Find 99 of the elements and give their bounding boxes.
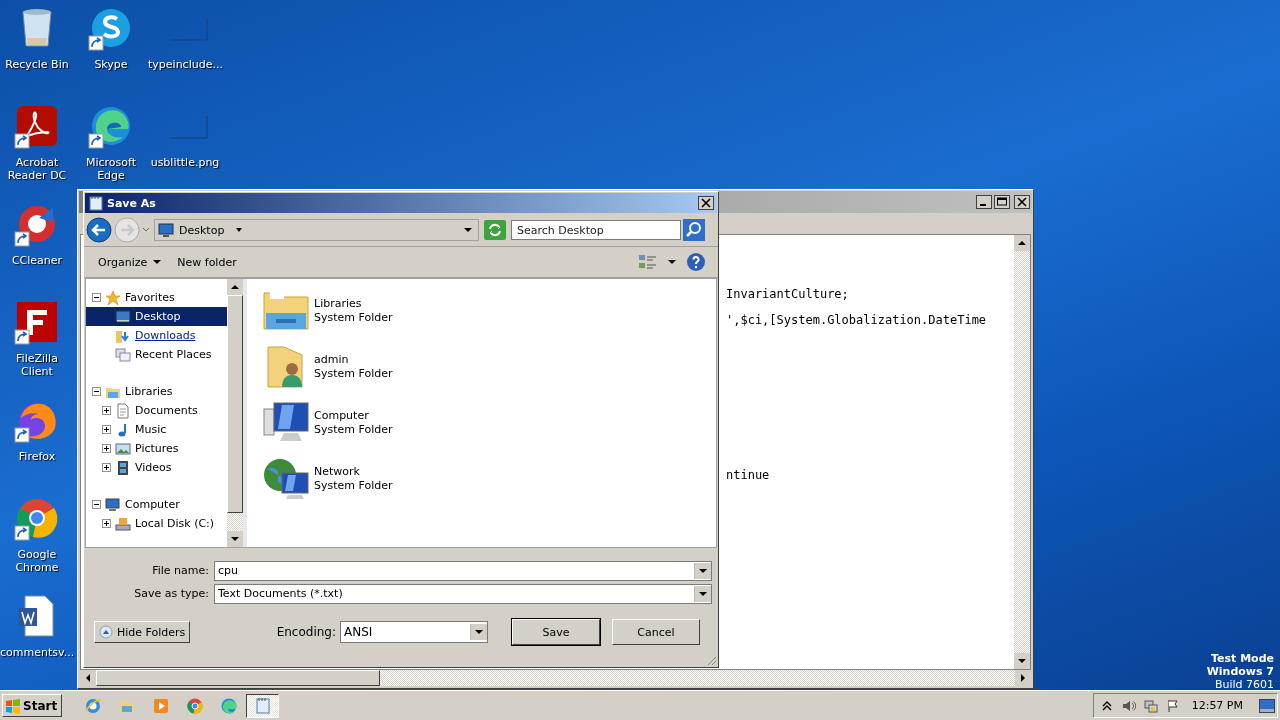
desktop-icon-label[interactable]: FileZilla Client [0,352,74,378]
speaker-icon[interactable] [1121,698,1136,713]
file-name-field[interactable]: cpu [214,560,712,581]
desktop-icon-label[interactable]: Acrobat Reader DC [0,156,74,182]
desktop-icon-label[interactable]: Microsoft Edge [74,156,148,182]
tree-item[interactable]: Documents [135,404,198,417]
code-line: ntinue [726,467,771,483]
scroll-down-icon[interactable] [1014,653,1030,669]
desktop-icon [115,308,131,325]
system-watermark-text: Test Mode [1211,652,1274,665]
tree-item[interactable]: Computer [125,498,180,511]
notepad-icon [88,195,104,211]
dialog-button[interactable]: Save [512,619,600,645]
pictures-icon [115,440,131,457]
desktop-icon-label[interactable]: Skype [74,58,148,71]
item-type: System Folder [314,479,393,493]
app-icon[interactable] [83,696,102,715]
scrollbar-thumb[interactable] [227,295,243,513]
close-icon[interactable] [1014,195,1030,209]
desktop-icon-label[interactable]: typeinclude... [148,58,222,71]
expand-icon[interactable] [102,425,111,434]
documents-icon [115,402,131,419]
close-icon[interactable] [698,196,714,210]
monitor-icon [158,222,174,238]
file-type-dropdown[interactable]: Text Documents (*.txt) [214,583,712,604]
refresh-icon[interactable] [484,220,506,240]
help-icon[interactable] [686,252,706,272]
field-label: File name: [151,564,210,577]
code-line: ',$ci,[System.Globalization.DateTime [726,312,988,328]
item-name[interactable]: Computer [314,409,393,423]
system-watermark-text: Build 7601 [1214,678,1274,691]
tree-item[interactable]: Pictures [135,442,179,455]
item-type: System Folder [314,367,393,381]
disk-icon [115,515,131,532]
scroll-up-icon[interactable] [1014,235,1030,251]
collapse-icon[interactable] [92,293,101,302]
start-button[interactable]: Start [2,694,63,717]
expand-icon[interactable] [102,519,111,528]
desktop-icon-label[interactable]: Recycle Bin [0,58,74,71]
network-icon[interactable] [1143,698,1158,713]
desktop-icon-label[interactable]: Google Chrome [0,548,74,574]
field-label: Encoding: [276,625,336,639]
dropdown-icon[interactable] [470,624,487,640]
tree-item[interactable]: Local Disk (C:) [135,517,215,530]
dialog-button[interactable]: Cancel [612,619,700,645]
collapse-icon[interactable] [92,500,101,509]
videos-icon [115,459,131,476]
show-desktop-icon[interactable] [1259,698,1275,713]
back-icon[interactable] [86,217,112,243]
star-icon [105,289,121,306]
expand-icon[interactable] [102,444,111,453]
tree-item[interactable]: Downloads [135,329,196,342]
dropdown-icon[interactable] [694,585,711,602]
item-name[interactable]: Network [314,465,393,479]
item-name[interactable]: Libraries [314,297,393,311]
taskbar-app-button[interactable] [246,693,280,718]
tree-item[interactable]: Videos [135,461,172,474]
tree-item[interactable]: Favorites [125,291,175,304]
clock[interactable]: 12:57 PM [1191,699,1243,712]
address-text[interactable]: Desktop [179,223,225,237]
tree-item[interactable]: Recent Places [135,348,212,361]
vertical-scrollbar[interactable] [1014,235,1030,669]
app-icon[interactable] [185,696,204,715]
tree-item[interactable]: Libraries [125,385,173,398]
notepad-icon[interactable] [253,696,272,715]
resize-grip-icon[interactable] [705,654,717,666]
desktop-icon-label[interactable]: commentsv... [0,646,74,659]
caret-icon[interactable] [153,259,162,265]
item-name[interactable]: admin [314,353,393,367]
search-icon[interactable] [683,219,705,241]
toolbar-button[interactable]: Organize [90,251,170,273]
flag-icon[interactable] [1165,698,1180,713]
window-title: Save As [107,196,156,210]
scroll-down-icon[interactable] [227,531,243,547]
tree-item[interactable]: Music [135,423,167,436]
collapse-icon[interactable] [92,387,101,396]
desktop-icon-label[interactable]: Firefox [0,450,74,463]
desktop-icon-label[interactable]: usblittle.png [148,156,222,169]
desktop-icon-label[interactable]: CCleaner [0,254,74,267]
address-bar[interactable]: Desktop [154,219,479,241]
dropdown-icon[interactable] [694,562,711,579]
maximize-icon[interactable] [994,195,1010,209]
scroll-up-icon[interactable] [227,279,243,295]
caret-icon[interactable] [668,259,676,265]
item-type: System Folder [314,311,393,325]
toolbar-button[interactable]: New folder [169,251,245,273]
code-line: InvariantCulture; [726,286,850,302]
search-field[interactable]: Search Desktop [511,220,681,240]
recent-icon [115,346,131,363]
minimize-icon[interactable] [976,195,992,209]
computer-icon [105,496,121,513]
expand-icon[interactable] [102,463,111,472]
expand-icon[interactable] [102,406,111,415]
hide-folders-button[interactable]: Hide Folders [94,621,191,643]
scrollbar-thumb[interactable] [96,670,380,686]
item-type: System Folder [314,423,393,437]
encoding-dropdown[interactable]: ANSI [340,621,488,643]
system-watermark-text: Windows 7 [1206,665,1274,678]
field-label: Save as type: [133,587,210,600]
